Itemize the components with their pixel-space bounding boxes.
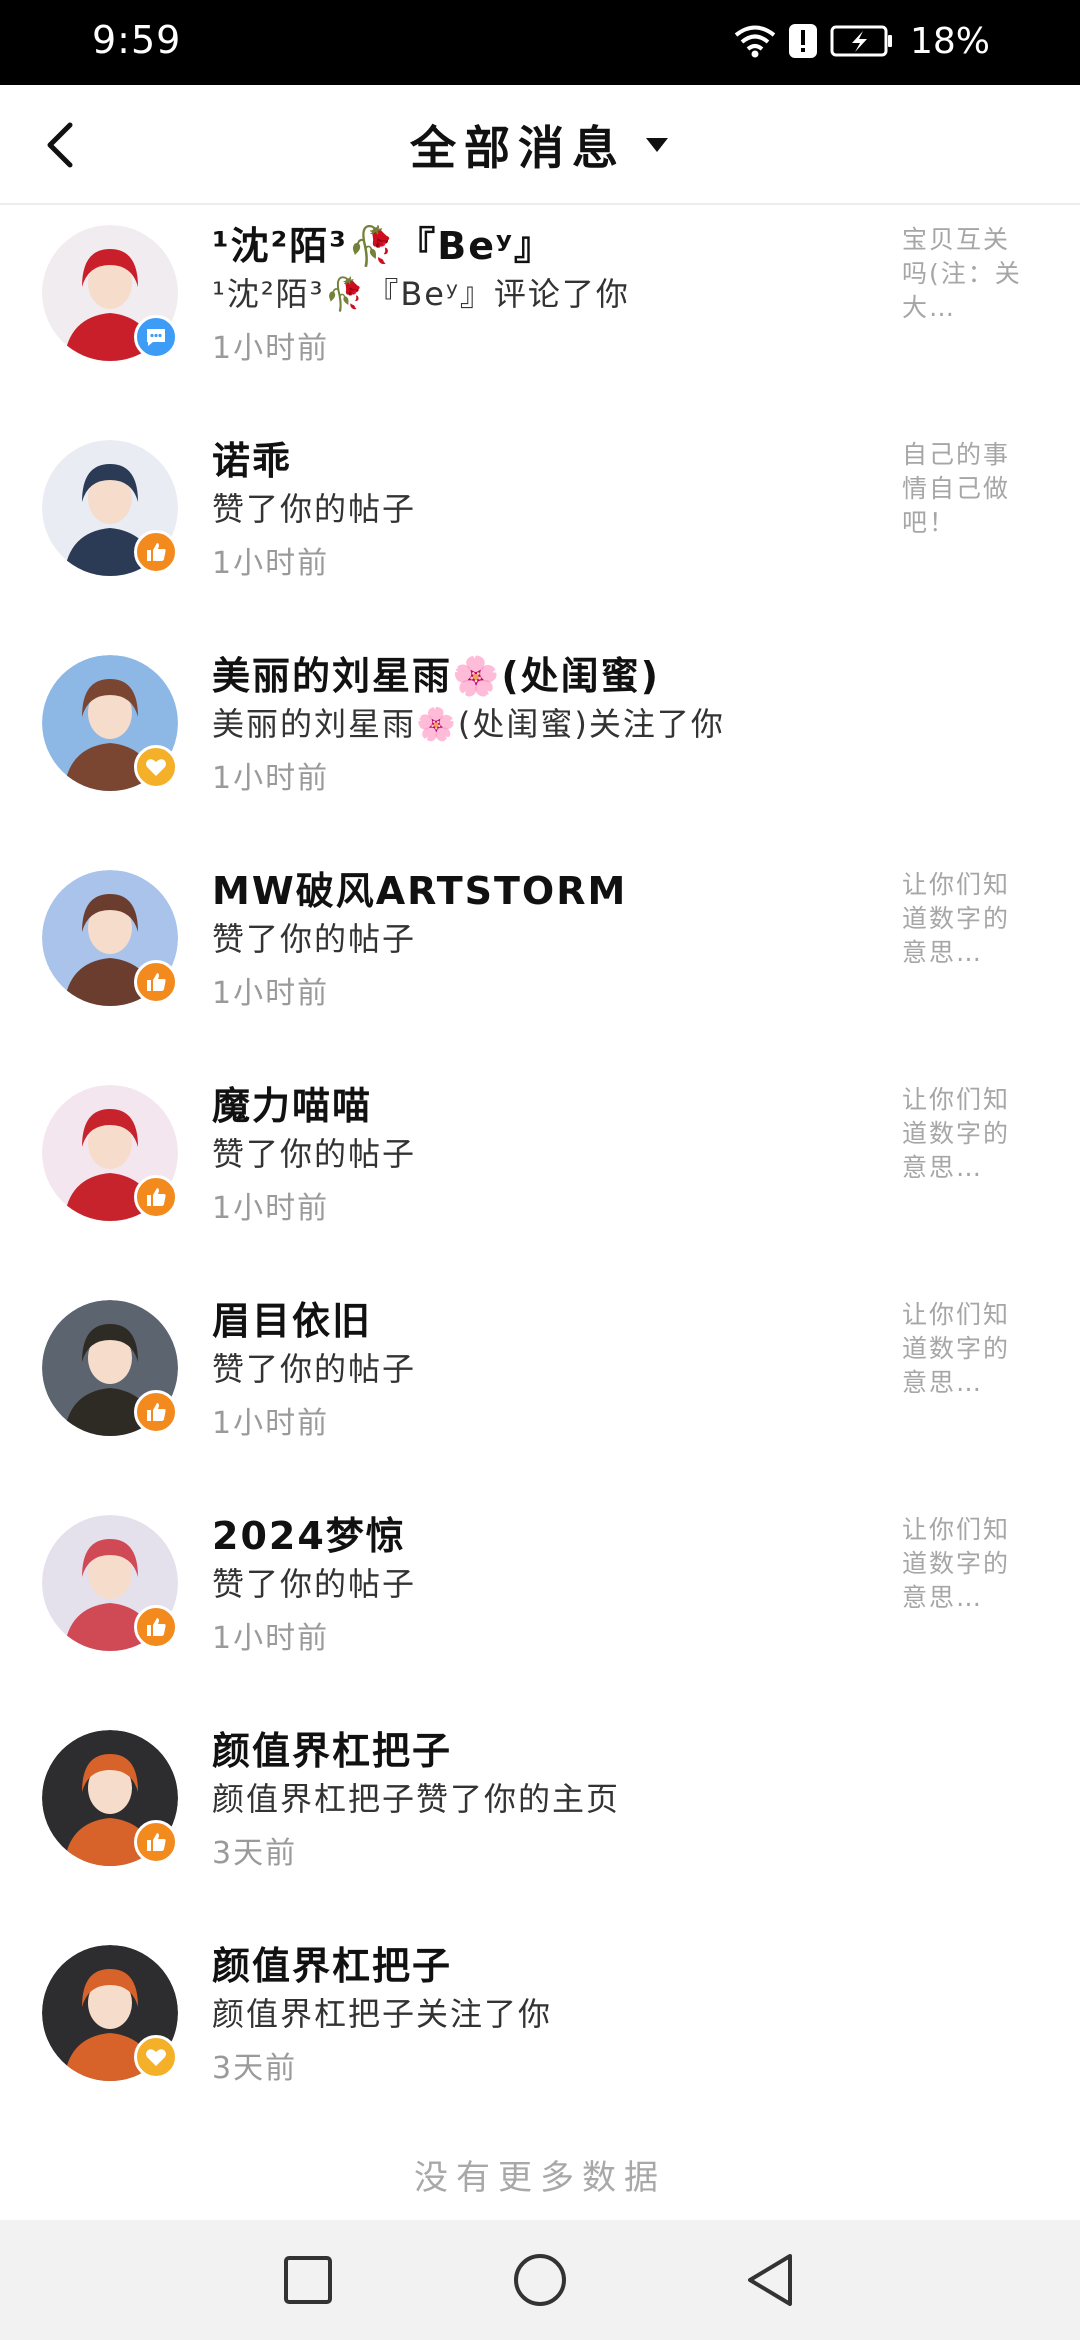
message-item[interactable]: 2024梦惊赞了你的帖子 1小时前 让你们知道数字的意思… xyxy=(0,1495,1080,1710)
status-icons: 18% xyxy=(734,16,990,66)
message-action: 赞了你的帖子 xyxy=(212,920,417,958)
message-time: 3天前 xyxy=(212,1836,298,1871)
thumbs-up-icon xyxy=(144,1615,168,1639)
message-time: 1小时前 xyxy=(212,331,330,366)
status-bar: 9:59 18% xyxy=(0,0,1080,85)
notification-type-badge xyxy=(134,315,178,359)
thumbs-up-icon xyxy=(144,540,168,564)
thumbs-up-icon xyxy=(144,1400,168,1424)
sender-name[interactable]: ¹沈²陌³🥀『Beʸ』 xyxy=(212,215,554,270)
comment-icon xyxy=(144,325,168,349)
sender-name[interactable]: MW破风ARTSTORM xyxy=(212,860,627,915)
message-action: 赞了你的帖子 xyxy=(212,1135,417,1173)
list-end-text: 没有更多数据 xyxy=(414,2158,666,2198)
notification-type-badge xyxy=(134,2035,178,2079)
message-action: ¹沈²陌³🥀『Beʸ』评论了你 xyxy=(212,275,630,313)
battery-charging-icon xyxy=(830,25,892,57)
post-preview[interactable]: 让你们知道数字的意思… xyxy=(902,1298,1034,1400)
post-preview[interactable]: 让你们知道数字的意思… xyxy=(902,1513,1034,1615)
post-preview[interactable]: 让你们知道数字的意思… xyxy=(902,1083,1034,1185)
sender-name[interactable]: 颜值界杠把子 xyxy=(212,1935,452,1990)
system-nav-bar xyxy=(0,2220,1080,2340)
message-time: 1小时前 xyxy=(212,1621,330,1656)
message-time: 1小时前 xyxy=(212,761,330,796)
sender-name[interactable]: 诺乖 xyxy=(212,430,292,485)
thumbs-up-icon xyxy=(144,1830,168,1854)
notification-type-badge xyxy=(134,530,178,574)
notification-type-badge xyxy=(134,1605,178,1649)
heart-icon xyxy=(144,2045,168,2069)
notification-type-badge xyxy=(134,960,178,1004)
back-triangle-icon[interactable] xyxy=(740,2250,800,2310)
message-item[interactable]: 颜值界杠把子颜值界杠把子赞了你的主页 3天前 xyxy=(0,1710,1080,1925)
sender-name[interactable]: 2024梦惊 xyxy=(212,1505,406,1560)
heart-icon xyxy=(144,755,168,779)
post-preview[interactable]: 让你们知道数字的意思… xyxy=(902,868,1034,970)
message-item[interactable]: 美丽的刘星雨🌸(处闺蜜) 美丽的刘星雨🌸(处闺蜜)关注了你 1小时前 xyxy=(0,635,1080,850)
notification-type-badge xyxy=(134,1175,178,1219)
message-action: 颜值界杠把子关注了你 xyxy=(212,1995,553,2033)
message-time: 1小时前 xyxy=(212,1406,330,1441)
message-item[interactable]: 眉目依旧赞了你的帖子 1小时前 让你们知道数字的意思… xyxy=(0,1280,1080,1495)
message-time: 1小时前 xyxy=(212,546,330,581)
notification-type-badge xyxy=(134,1820,178,1864)
status-time: 9:59 xyxy=(92,18,182,62)
message-item[interactable]: 颜值界杠把子颜值界杠把子关注了你 3天前 xyxy=(0,1925,1080,2140)
thumbs-up-icon xyxy=(144,1185,168,1209)
message-action: 赞了你的帖子 xyxy=(212,1565,417,1603)
alert-icon xyxy=(788,24,817,58)
post-preview[interactable]: 自己的事情自己做吧！ xyxy=(902,438,1034,540)
nav-bar: 全部消息 xyxy=(0,85,1080,205)
notification-type-badge xyxy=(134,745,178,789)
message-action: 赞了你的帖子 xyxy=(212,490,417,528)
page-title: 全部消息 xyxy=(410,121,626,175)
message-filter-dropdown[interactable]: 全部消息 xyxy=(0,85,1080,205)
battery-percent: 18% xyxy=(909,20,990,62)
sender-name[interactable]: 颜值界杠把子 xyxy=(212,1720,452,1775)
message-item[interactable]: ¹沈²陌³🥀『Beʸ』 ¹沈²陌³🥀『Beʸ』评论了你 1小时前 宝贝互关吗(注：关大… xyxy=(0,205,1080,420)
message-item[interactable]: MW破风ARTSTORM 赞了你的帖子 1小时前 让你们知道数字的意思… xyxy=(0,850,1080,1065)
home-icon[interactable] xyxy=(510,2250,570,2310)
notification-type-badge xyxy=(134,1390,178,1434)
message-item[interactable]: 魔力喵喵赞了你的帖子 1小时前 让你们知道数字的意思… xyxy=(0,1065,1080,1280)
message-action: 颜值界杠把子赞了你的主页 xyxy=(212,1780,621,1818)
message-action: 美丽的刘星雨🌸(处闺蜜)关注了你 xyxy=(212,705,725,743)
message-item[interactable]: 诺乖赞了你的帖子 1小时前 自己的事情自己做吧！ xyxy=(0,420,1080,635)
sender-name[interactable]: 魔力喵喵 xyxy=(212,1075,372,1130)
caret-down-icon xyxy=(646,138,668,152)
recent-apps-icon[interactable] xyxy=(278,2250,338,2310)
message-action: 赞了你的帖子 xyxy=(212,1350,417,1388)
message-time: 1小时前 xyxy=(212,976,330,1011)
sender-name[interactable]: 美丽的刘星雨🌸(处闺蜜) xyxy=(212,645,660,700)
message-time: 3天前 xyxy=(212,2051,298,2086)
sender-name[interactable]: 眉目依旧 xyxy=(212,1290,372,1345)
message-time: 1小时前 xyxy=(212,1191,330,1226)
post-preview[interactable]: 宝贝互关吗(注：关大… xyxy=(902,223,1034,325)
wifi-icon xyxy=(734,25,776,58)
thumbs-up-icon xyxy=(144,970,168,994)
